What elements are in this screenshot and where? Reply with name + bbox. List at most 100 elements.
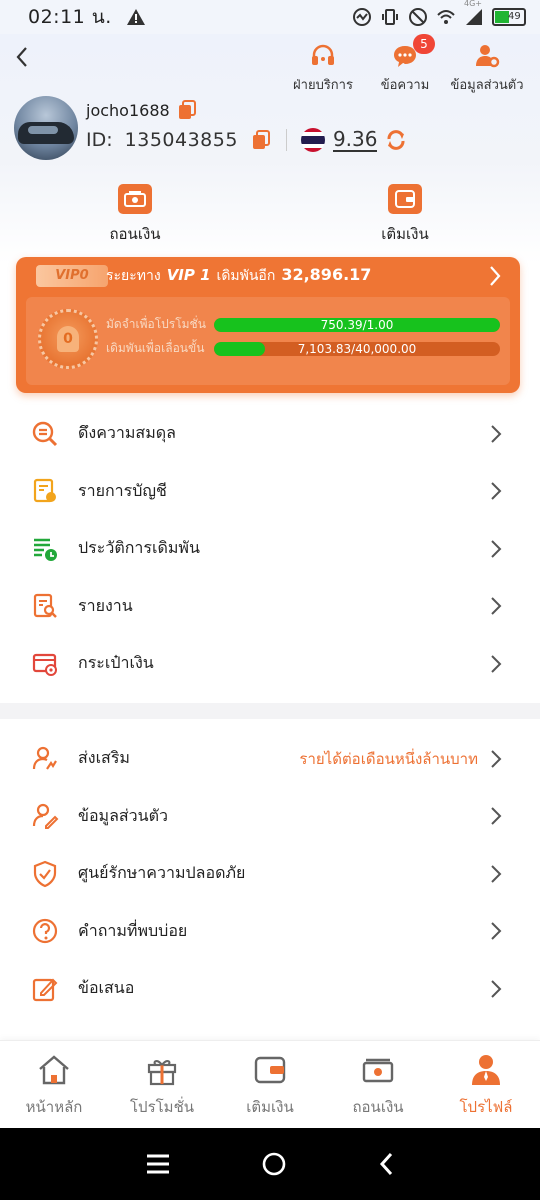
battery-icon: 49	[492, 8, 526, 26]
menu-label: ดึงความสมดุล	[78, 423, 176, 443]
nav-label: โปรโมชั่น	[129, 1098, 194, 1116]
message-icon: 5	[391, 34, 435, 70]
home-button-icon[interactable]	[261, 1151, 287, 1177]
menu-label: ส่งเสริม	[78, 748, 130, 768]
headset-icon	[309, 42, 337, 70]
refresh-icon[interactable]	[385, 129, 407, 151]
nav-label: ถอนเงิน	[352, 1098, 404, 1116]
chevron-right-icon	[490, 266, 501, 286]
home-icon	[36, 1053, 72, 1087]
menu-section-account: ส่งเสริม รายได้ต่อเดือนหนึ่งล้านบาท ข้อม…	[0, 730, 540, 1018]
promote-tagline: รายได้ต่อเดือนหนึ่งล้านบาท	[299, 749, 478, 768]
nav-profile[interactable]: โปรไฟล์	[432, 1041, 540, 1128]
wallet-icon	[388, 184, 422, 214]
nav-label: โปรไฟล์	[459, 1098, 513, 1116]
nav-deposit[interactable]: เติมเงิน	[216, 1041, 324, 1128]
bottom-navigation: หน้าหลัก โปรโมชั่น เติมเงิน ถอนเงิน โปรไ…	[0, 1040, 540, 1128]
chevron-right-icon	[491, 425, 502, 443]
nav-label: เติมเงิน	[246, 1098, 294, 1116]
menu-item-balance-pull[interactable]: ดึงความสมดุล	[0, 405, 540, 463]
recent-apps-icon[interactable]	[145, 1153, 171, 1175]
personal-info-button[interactable]: ข้อมูลส่วนตัว	[450, 42, 524, 95]
chevron-right-icon	[491, 980, 502, 998]
nav-withdraw[interactable]: ถอนเงิน	[324, 1041, 432, 1128]
menu-label: กระเป๋าเงิน	[78, 653, 154, 673]
gift-icon	[144, 1053, 180, 1087]
user-edit-icon	[30, 801, 60, 831]
vip-bet-more-amount: 32,896.17	[281, 265, 372, 284]
menu-label: คำถามที่พบบ่อย	[78, 920, 188, 940]
promote-icon	[30, 744, 60, 774]
vip-medal-number: 0	[57, 326, 79, 352]
bet-progress-row: เดิมพันเพื่อเลื่อนขั้น 7,103.83/40,000.0…	[106, 339, 500, 358]
report-icon	[30, 591, 60, 621]
deposit-progress-text: 750.39/1.00	[320, 317, 394, 332]
chevron-right-icon	[491, 865, 502, 883]
do-not-disturb-icon	[409, 8, 427, 26]
vip-level-tag: VIP0	[36, 265, 108, 287]
chevron-right-icon	[491, 922, 502, 940]
wallet-icon	[252, 1053, 288, 1087]
back-button[interactable]	[10, 40, 34, 74]
menu-item-report[interactable]: รายงาน	[0, 578, 540, 636]
menu-section-finance: ดึงความสมดุล รายการบัญชี ประวัติการเดิมพ…	[0, 405, 540, 693]
customer-service-button[interactable]: ฝ่ายบริการ	[286, 42, 360, 95]
deposit-button[interactable]: เติมเงิน	[270, 184, 540, 246]
thailand-flag-icon	[300, 128, 325, 152]
withdraw-button[interactable]: ถอนเงิน	[0, 184, 270, 246]
vip-next-level-line: ระยะทาง VIP 1 เดิมพันอีก 32,896.17	[106, 265, 371, 287]
chevron-left-icon	[16, 47, 27, 67]
menu-item-bet-history[interactable]: ประวัติการเดิมพัน	[0, 520, 540, 578]
menu-item-promote[interactable]: ส่งเสริม รายได้ต่อเดือนหนึ่งล้านบาท	[0, 730, 540, 788]
bet-progress-label: เดิมพันเพื่อเลื่อนขั้น	[106, 341, 205, 355]
chevron-right-icon	[491, 750, 502, 768]
divider	[285, 129, 287, 151]
nav-label: หน้าหลัก	[25, 1098, 83, 1116]
bet-progress-bar: 7,103.83/40,000.00	[214, 341, 500, 356]
edit-icon	[30, 974, 60, 1004]
back-nav-icon[interactable]	[377, 1151, 395, 1177]
menu-label: รายงาน	[78, 595, 133, 615]
menu-label: ข้อมูลส่วนตัว	[78, 805, 168, 825]
vip-medal-icon: 0	[38, 309, 98, 369]
wallet-settings-icon	[30, 649, 60, 679]
question-icon	[30, 916, 60, 946]
vibrate-icon	[382, 9, 398, 25]
bet-progress-text: 7,103.83/40,000.00	[297, 341, 417, 356]
menu-item-wallet[interactable]: กระเป๋าเงิน	[0, 635, 540, 693]
profile-icon	[468, 1053, 504, 1087]
chevron-right-icon	[491, 597, 502, 615]
status-time: 02:11 น.	[28, 6, 112, 28]
nav-promotions[interactable]: โปรโมชั่น	[108, 1041, 216, 1128]
menu-item-account-statement[interactable]: รายการบัญชี	[0, 463, 540, 521]
quick-actions: ถอนเงิน เติมเงิน	[0, 184, 540, 246]
menu-item-security-center[interactable]: ศูนย์รักษาความปลอดภัย	[0, 845, 540, 903]
username: jocho1688	[86, 100, 170, 120]
coin-search-icon	[30, 419, 60, 449]
warning-icon	[126, 9, 145, 25]
id-label: ID:	[86, 129, 113, 151]
deposit-progress-bar: 750.39/1.00	[214, 317, 500, 332]
id-row: ID: 135043855 9.36	[86, 128, 407, 152]
withdraw-icon	[118, 184, 152, 214]
menu-item-faq[interactable]: คำถามที่พบบ่อย	[0, 903, 540, 961]
deposit-progress-row: มัดจำเพื่อโปรโมชั่น 750.39/1.00	[106, 315, 500, 334]
vip-next-level: VIP 1	[166, 266, 211, 284]
personal-info-label: ข้อมูลส่วนตัว	[450, 78, 524, 93]
messages-button[interactable]: 5 ข้อความ	[368, 34, 442, 95]
wifi-icon	[437, 10, 455, 24]
chevron-right-icon	[491, 807, 502, 825]
menu-label: ศูนย์รักษาความปลอดภัย	[78, 863, 246, 883]
menu-label: ประวัติการเดิมพัน	[78, 538, 200, 558]
system-navigation-bar	[0, 1128, 540, 1200]
avatar[interactable]	[14, 96, 78, 160]
menu-label: ข้อเสนอ	[78, 978, 135, 998]
nav-home[interactable]: หน้าหลัก	[0, 1041, 108, 1128]
menu-item-suggestion[interactable]: ข้อเสนอ	[0, 960, 540, 1018]
section-divider	[0, 703, 540, 719]
chevron-right-icon	[491, 655, 502, 673]
vip-card[interactable]: VIP0 ระยะทาง VIP 1 เดิมพันอีก 32,896.17 …	[16, 257, 520, 393]
copy-id-icon[interactable]	[252, 130, 270, 150]
menu-item-personal-info[interactable]: ข้อมูลส่วนตัว	[0, 788, 540, 846]
copy-username-icon[interactable]	[178, 100, 196, 120]
